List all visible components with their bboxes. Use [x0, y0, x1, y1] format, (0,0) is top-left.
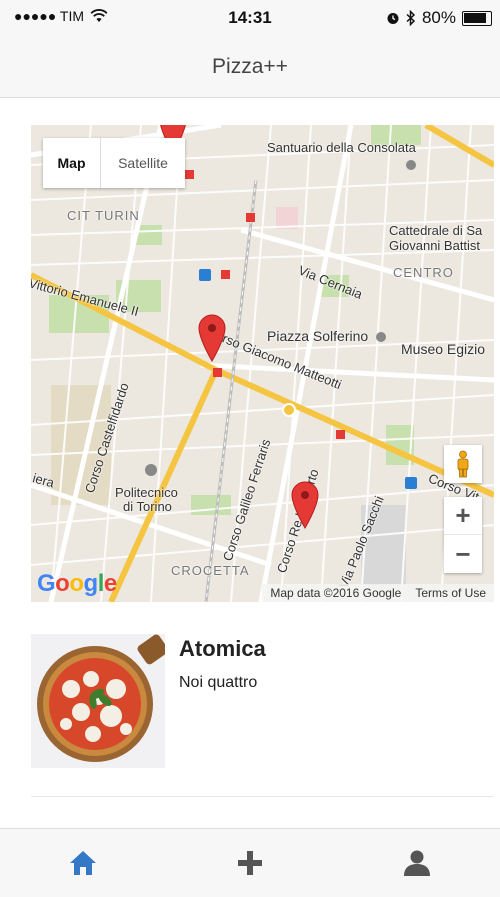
- plus-icon: [238, 851, 262, 875]
- list-item[interactable]: Atomica Noi quattro: [31, 634, 494, 768]
- street-view-button[interactable]: [444, 445, 482, 483]
- user-icon: [403, 850, 430, 876]
- page-title: Pizza++: [212, 55, 288, 78]
- battery-percent: 80%: [421, 8, 456, 27]
- bluetooth-icon: [406, 10, 416, 26]
- map-label: di Torino: [123, 499, 172, 514]
- zoom-in-button[interactable]: +: [444, 497, 482, 535]
- battery-icon: [462, 10, 492, 26]
- zoom-out-button[interactable]: −: [444, 535, 482, 573]
- google-logo[interactable]: Google: [37, 570, 117, 598]
- map-label: CENTRO: [393, 265, 454, 280]
- map-label: Santuario della Consolata: [267, 140, 416, 155]
- map-data-credit: Map data ©2016 Google: [270, 586, 402, 600]
- map-label: Piazza Solferino: [267, 328, 369, 344]
- logo-letter: e: [103, 570, 117, 597]
- map-label: Museo Egizio: [401, 341, 486, 357]
- app-screen: ●●●●● TIM 14:31 80% Pizza++ Santuario de…: [0, 0, 500, 897]
- status-bar: ●●●●● TIM 14:31 80%: [0, 0, 500, 36]
- tab-add[interactable]: [167, 829, 334, 897]
- pizzeria-name: Atomica: [179, 636, 266, 661]
- map-type-satellite-button[interactable]: Satellite: [101, 138, 185, 188]
- map-label: Politecnico: [115, 485, 178, 500]
- map-tiles: [31, 125, 494, 602]
- pizzeria-marker[interactable]: [197, 313, 227, 363]
- pizzeria-address: Noi quattro: [179, 674, 258, 691]
- navigation-bar: Pizza++: [0, 36, 500, 98]
- logo-letter: g: [83, 570, 99, 597]
- list-divider: [31, 796, 494, 797]
- map-attribution: Map data ©2016 Google Terms of Use: [262, 584, 494, 602]
- tab-profile[interactable]: [333, 829, 500, 897]
- logo-letter: G: [37, 570, 56, 597]
- map-type-control: Map Satellite: [43, 138, 185, 188]
- pizza-thumbnail: [31, 634, 165, 768]
- map-label: Cattedrale di Sa: [389, 223, 483, 238]
- logo-letter: o: [69, 570, 84, 597]
- zoom-control: + −: [444, 497, 482, 573]
- logo-letter: o: [55, 570, 70, 597]
- map-type-map-button[interactable]: Map: [43, 138, 101, 188]
- map-label: CIT TURIN: [67, 208, 140, 223]
- tab-home[interactable]: [0, 829, 167, 897]
- pizzeria-marker[interactable]: [290, 480, 320, 530]
- pizzeria-info: Atomica Noi quattro: [165, 634, 266, 768]
- map-label: Giovanni Battist: [389, 238, 481, 253]
- status-right: 80%: [386, 8, 492, 28]
- pegman-icon: [457, 450, 469, 478]
- pizza-image: [31, 634, 165, 768]
- home-icon: [70, 851, 97, 875]
- terms-of-use-link[interactable]: Terms of Use: [415, 586, 486, 600]
- map-view[interactable]: Santuario della Consolata CIT TURIN Catt…: [31, 125, 494, 602]
- tab-bar: [0, 828, 500, 897]
- map-label: CROCETTA: [171, 563, 250, 578]
- alarm-icon: [387, 13, 399, 24]
